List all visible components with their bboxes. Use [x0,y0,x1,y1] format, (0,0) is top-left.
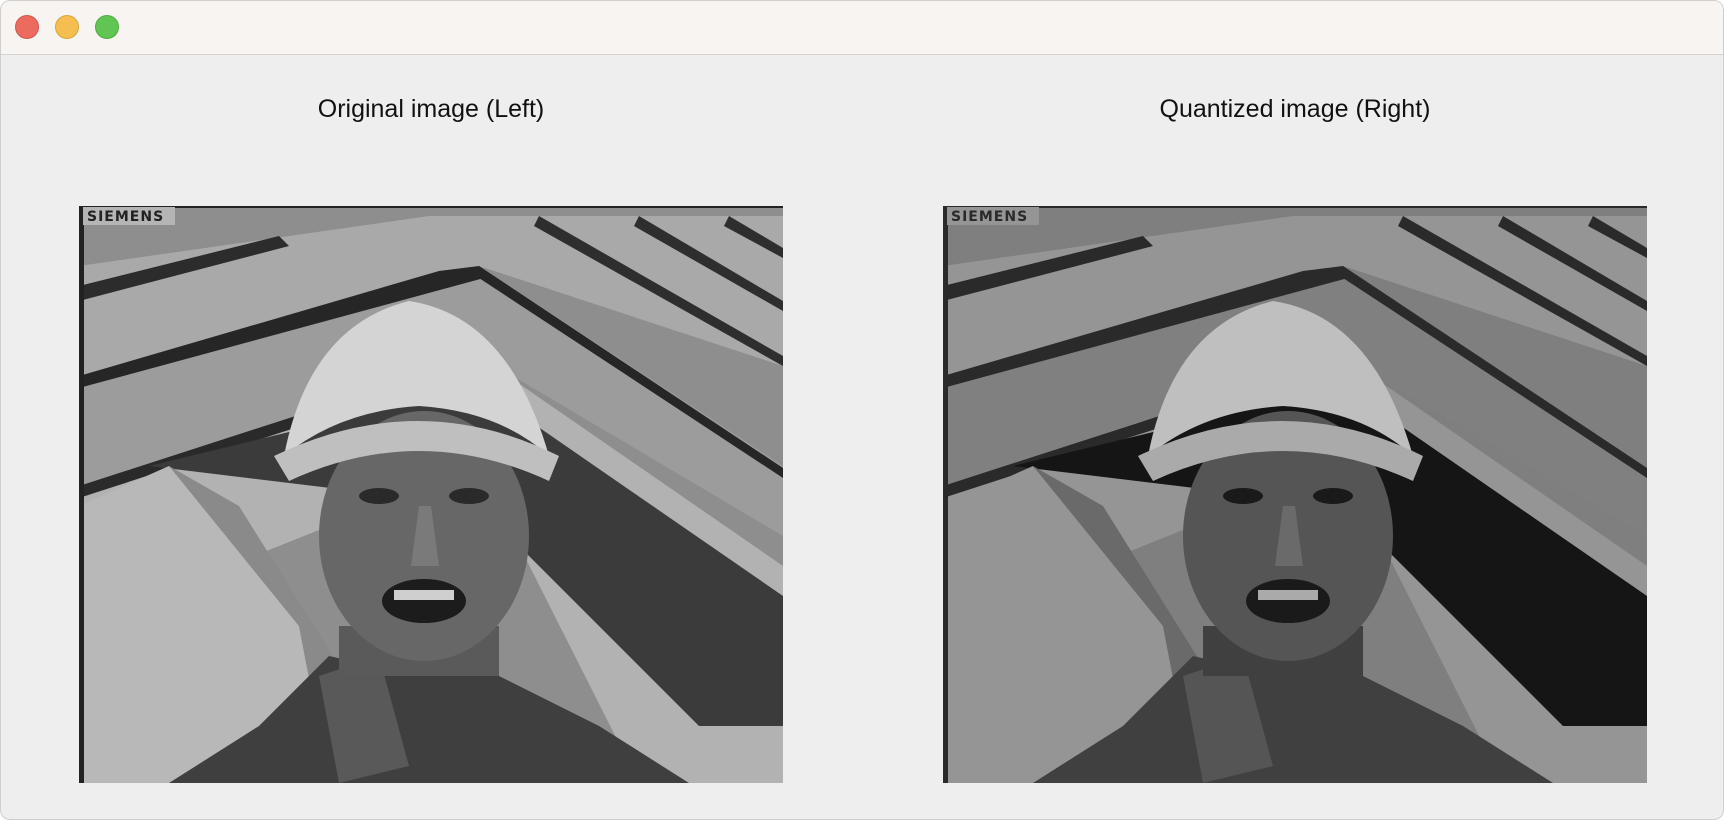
zoom-window-button[interactable] [95,15,119,39]
original-image: SIEMENS [79,206,783,783]
title-bar[interactable] [1,1,1723,55]
original-image-caption: Original image (Left) [317,95,545,123]
quantized-image-graphic: SIEMENS [943,206,1647,783]
close-window-button[interactable] [15,15,39,39]
quantized-image-caption: Quantized image (Right) [1159,95,1431,123]
minimize-window-button[interactable] [55,15,79,39]
quantized-image: SIEMENS [943,206,1647,783]
siemens-logo-text-quantized: SIEMENS [951,209,1028,225]
original-image-graphic: SIEMENS [79,206,783,783]
app-window: Original image (Left) Quantized image (R… [0,0,1724,820]
siemens-logo-text: SIEMENS [87,209,164,225]
